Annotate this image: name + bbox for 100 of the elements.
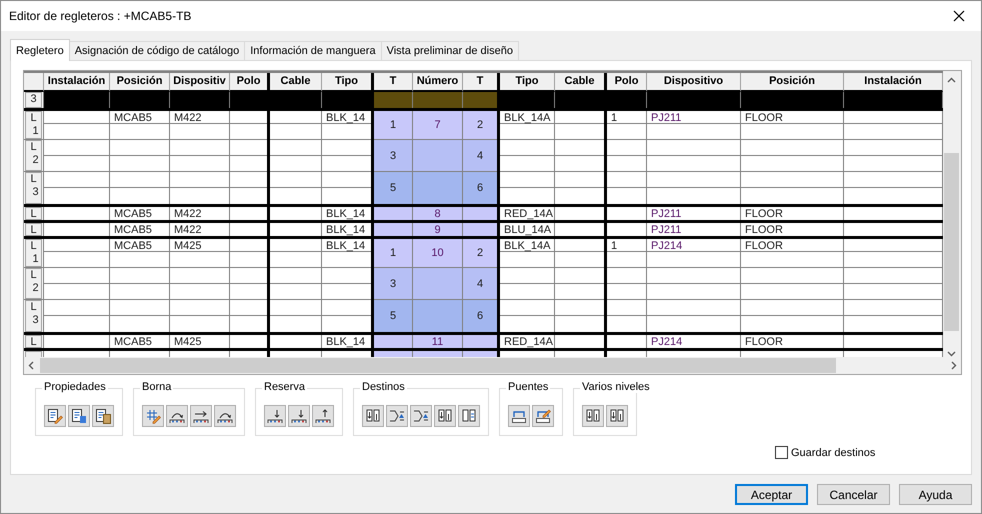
table-cell: BLK_14A — [500, 111, 554, 124]
tool-button[interactable] — [386, 405, 408, 427]
column-header[interactable]: Posición — [741, 73, 844, 92]
tool-button[interactable] — [288, 405, 310, 427]
table-cell-text: MCAB5 — [113, 335, 153, 348]
table-cell: 4 — [463, 140, 497, 172]
table-cell: 3 — [374, 268, 412, 300]
tool-button[interactable] — [410, 405, 432, 427]
bridge-pencil-icon — [535, 408, 551, 424]
table-cell — [463, 335, 497, 348]
tab[interactable]: Regletero — [10, 39, 70, 61]
boxes-arrow-icon — [365, 408, 381, 424]
row-header[interactable]: L 1 — [25, 111, 42, 139]
tool-button[interactable] — [458, 405, 480, 427]
table-cell — [463, 223, 497, 236]
row-header[interactable]: L 1 — [25, 239, 42, 267]
column-header[interactable]: Dispositiv — [170, 73, 230, 92]
column-header[interactable]: T — [374, 73, 413, 92]
boxes-arrow-icon — [437, 408, 453, 424]
row-header[interactable]: L — [25, 335, 42, 348]
row-header[interactable]: 3 — [25, 92, 42, 108]
group-title: Varios niveles — [580, 381, 652, 393]
table-cell-text: BLK_14 — [325, 335, 366, 348]
window-title: Editor de regleteros : +MCAB5-TB — [9, 9, 192, 23]
table-cell: FLOOR — [741, 239, 843, 252]
table-cell: 2 — [463, 239, 497, 268]
column-header[interactable]: Posición — [110, 73, 170, 92]
checkbox[interactable] — [775, 446, 788, 459]
dialog-button[interactable]: Aceptar — [735, 484, 808, 505]
close-icon — [953, 10, 965, 22]
terminals-down-icon — [267, 408, 283, 424]
tool-button[interactable] — [190, 405, 212, 427]
table-cell: M422 — [170, 111, 229, 124]
tool-button[interactable] — [532, 405, 554, 427]
column-header[interactable]: Cable — [555, 73, 607, 92]
tool-button[interactable] — [606, 405, 628, 427]
checkbox-label: Guardar destinos — [791, 446, 876, 458]
tool-button[interactable] — [214, 405, 236, 427]
table-cell: 3 — [374, 140, 412, 172]
table-cell: PJ211 — [647, 111, 740, 124]
table-cell-text: PJ211 — [650, 207, 682, 220]
tool-button[interactable] — [434, 405, 456, 427]
table-cell-text: M422 — [173, 223, 203, 236]
column-header[interactable]: Instalación — [44, 73, 110, 92]
table-cell: 1 — [374, 239, 412, 268]
dialog-button[interactable]: Ayuda — [899, 484, 972, 505]
column-header[interactable]: Polo — [607, 73, 647, 92]
table-cell — [463, 92, 497, 108]
tool-button[interactable] — [68, 405, 90, 427]
column-header[interactable]: T — [463, 73, 500, 92]
table-cell: 1 — [607, 239, 646, 252]
terminals-up-icon — [315, 408, 331, 424]
column-header[interactable]: Dispositivo — [647, 73, 741, 92]
dialog-button[interactable]: Cancelar — [817, 484, 890, 505]
sheet-clipboard-icon — [95, 408, 111, 424]
tool-button[interactable] — [264, 405, 286, 427]
tool-button[interactable] — [508, 405, 530, 427]
row-header[interactable]: L 2 — [25, 140, 42, 171]
tool-button[interactable] — [44, 405, 66, 427]
table-cell: BLK_14 — [322, 111, 371, 124]
table-cell: 5 — [374, 300, 412, 332]
group-title: Destinos — [360, 381, 407, 393]
table-cell-text: FLOOR — [744, 335, 784, 348]
tool-button[interactable] — [92, 405, 114, 427]
table-cell: FLOOR — [741, 111, 843, 124]
tool-button[interactable] — [312, 405, 334, 427]
tool-button[interactable] — [166, 405, 188, 427]
table-cell: 6 — [463, 172, 497, 204]
table-cell: 10 — [413, 239, 462, 268]
table-cell-text: BLK_14 — [325, 223, 366, 236]
table-cell: MCAB5 — [110, 111, 169, 124]
column-header[interactable]: Tipo — [500, 73, 555, 92]
table-cell: 1 — [374, 111, 412, 140]
table-cell-text: BLU_14A — [503, 223, 552, 236]
table-cell-text: RED_14A — [503, 207, 554, 220]
column-header[interactable]: Número — [413, 73, 463, 92]
tool-button[interactable] — [362, 405, 384, 427]
table-cell-text: PJ214 — [650, 335, 684, 348]
column-header[interactable]: Instalación — [844, 73, 943, 92]
table-cell — [374, 223, 412, 236]
table-cell — [413, 300, 462, 332]
table-cell-text: MCAB5 — [113, 207, 153, 220]
row-header[interactable]: L 3 — [25, 300, 42, 332]
tab[interactable]: Vista preliminar de diseño — [380, 41, 519, 60]
row-header[interactable]: L — [25, 207, 42, 220]
column-header[interactable]: Tipo — [322, 73, 374, 92]
table-cell: 7 — [413, 111, 462, 140]
table-cell: 4 — [463, 268, 497, 300]
table-cell: BLK_14A — [500, 239, 554, 252]
column-header[interactable]: Polo — [230, 73, 270, 92]
tool-button[interactable] — [582, 405, 604, 427]
row-header[interactable]: L 2 — [25, 268, 42, 299]
table-cell-text: MCAB5 — [113, 223, 153, 236]
scroll-up-icon — [947, 77, 956, 83]
terminals-arrow-icon — [193, 408, 209, 424]
table-cell: 2 — [463, 111, 497, 140]
column-header[interactable]: Cable — [270, 73, 322, 92]
row-header[interactable]: L — [25, 223, 42, 236]
lines-triangle-icon — [389, 408, 405, 424]
row-header[interactable]: L 3 — [25, 172, 42, 204]
